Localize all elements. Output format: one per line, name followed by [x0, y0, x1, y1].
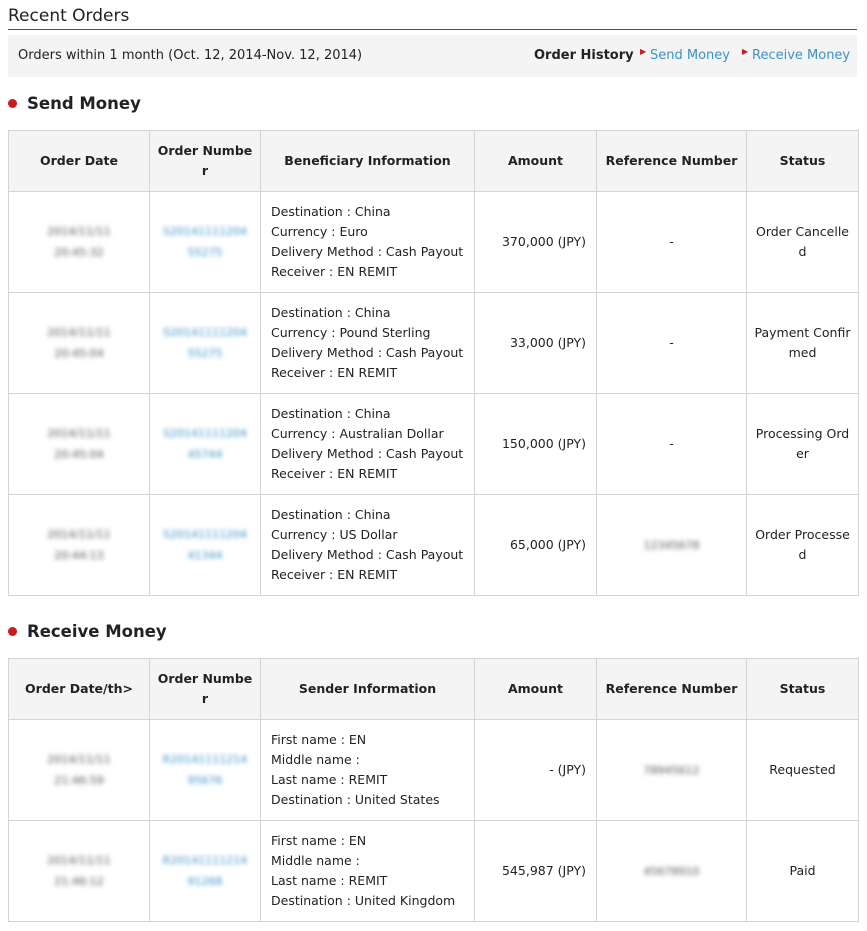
send-header-col-2: Beneficiary Information — [260, 130, 475, 192]
status-cell: Payment Confir med — [746, 292, 859, 394]
order-date: 2014/11/11 21:46:12 — [47, 854, 111, 888]
table-row: 2014/11/11 21:46:12 R20141111214 91268 First… — [8, 820, 859, 922]
order-date: 2014/11/11 20:44:13 — [47, 528, 111, 562]
order-number-cell: S20141111204 55275 — [149, 292, 261, 394]
reference-number-cell: 45678910 — [596, 820, 747, 922]
receive-header-col-1: Order Numbe r — [149, 658, 261, 720]
reference-number: 12345678 — [643, 538, 700, 552]
amount-cell: - (JPY) — [474, 719, 597, 821]
table-row: 2014/11/11 20:45:04 S20141111204 45744 Desti… — [8, 393, 859, 495]
receive-header-col-5: Status — [746, 658, 859, 720]
period-text: Orders within 1 month (Oct. 12, 2014-Nov… — [18, 48, 363, 63]
order-number-link[interactable]: S20141111204 41344 — [163, 528, 247, 562]
triangle-right-icon: ▶ — [742, 47, 749, 56]
send-money-link[interactable]: ▶ Send Money — [640, 47, 730, 63]
reference-number: 45678910 — [643, 864, 700, 878]
send-money-table: Order Date Order Numbe r Beneficiary Inform… — [8, 130, 859, 596]
order-date-cell: 2014/11/11 20:44:13 — [8, 494, 150, 596]
info-cell: Destination : China Currency : US Dollar D… — [260, 494, 475, 596]
order-date: 2014/11/11 21:46:59 — [47, 753, 111, 787]
page-title: Recent Orders — [8, 6, 130, 26]
receive-money-table: Order Date/th> Order Numbe r Sender Informa… — [8, 658, 859, 922]
receive-header-col-2: Sender Information — [260, 658, 475, 720]
send-header-col-1: Order Numbe r — [149, 130, 261, 192]
table-row: 2014/11/11 20:45:04 S20141111204 55275 Desti… — [8, 292, 859, 394]
send-money-heading-text: Send Money — [27, 94, 141, 113]
info-cell: Destination : China Currency : Australian… — [260, 393, 475, 495]
reference-number-cell: 78945612 — [596, 719, 747, 821]
send-money-heading: Send Money — [8, 94, 141, 113]
status-cell: Order Processe d — [746, 494, 859, 596]
send-money-link-label: Send Money — [650, 48, 730, 63]
order-number-link[interactable]: S20141111204 45744 — [163, 427, 247, 461]
table-row: 2014/11/11 21:46:59 R20141111214 95676 First… — [8, 719, 859, 821]
reference-number-cell: - — [596, 191, 747, 293]
reference-number: - — [669, 234, 674, 249]
order-number-link[interactable]: S20141111204 55275 — [163, 225, 247, 259]
receive-money-heading: Receive Money — [8, 622, 167, 641]
status-cell: Order Cancelle d — [746, 191, 859, 293]
receive-header-col-3: Amount — [474, 658, 597, 720]
order-number-cell: S20141111204 45744 — [149, 393, 261, 495]
order-number-link[interactable]: S20141111204 55275 — [163, 326, 247, 360]
info-cell: Destination : China Currency : Euro Delive… — [260, 191, 475, 293]
info-cell: First name : EN Middle name : Last name : … — [260, 820, 475, 922]
order-number-link[interactable]: R20141111214 91268 — [163, 854, 248, 888]
receive-header-col-4: Reference Number — [596, 658, 747, 720]
send-header-col-4: Reference Number — [596, 130, 747, 192]
filter-bar: Orders within 1 month (Oct. 12, 2014-Nov… — [8, 35, 857, 77]
reference-number: 78945612 — [643, 763, 700, 777]
order-number-link[interactable]: R20141111214 95676 — [163, 753, 248, 787]
send-header-col-0: Order Date — [8, 130, 150, 192]
status-cell: Paid — [746, 820, 859, 922]
order-number-cell: S20141111204 55275 — [149, 191, 261, 293]
send-header-col-3: Amount — [474, 130, 597, 192]
table-row: 2014/11/11 20:44:13 S20141111204 41344 Desti… — [8, 494, 859, 596]
info-cell: First name : EN Middle name : Last name : … — [260, 719, 475, 821]
triangle-right-icon: ▶ — [640, 47, 647, 56]
reference-number: - — [669, 436, 674, 451]
info-cell: Destination : China Currency : Pound Ster… — [260, 292, 475, 394]
reference-number-cell: 12345678 — [596, 494, 747, 596]
title-divider — [8, 29, 857, 30]
order-date-cell: 2014/11/11 21:46:59 — [8, 719, 150, 821]
order-history-label: Order History — [534, 48, 634, 63]
amount-cell: 545,987 (JPY) — [474, 820, 597, 922]
order-number-cell: R20141111214 95676 — [149, 719, 261, 821]
order-date: 2014/11/11 20:45:32 — [47, 225, 111, 259]
order-date-cell: 2014/11/11 20:45:04 — [8, 292, 150, 394]
receive-money-link-label: Receive Money — [752, 48, 851, 63]
reference-number-cell: - — [596, 292, 747, 394]
receive-money-heading-text: Receive Money — [27, 622, 167, 641]
table-row: 2014/11/11 20:45:32 S20141111204 55275 Desti… — [8, 191, 859, 293]
amount-cell: 65,000 (JPY) — [474, 494, 597, 596]
reference-number-cell: - — [596, 393, 747, 495]
order-number-cell: S20141111204 41344 — [149, 494, 261, 596]
bullet-icon — [8, 627, 17, 636]
send-header-col-5: Status — [746, 130, 859, 192]
amount-cell: 370,000 (JPY) — [474, 191, 597, 293]
order-date: 2014/11/11 20:45:04 — [47, 427, 111, 461]
order-date-cell: 2014/11/11 20:45:32 — [8, 191, 150, 293]
receive-money-link[interactable]: ▶ Receive Money — [742, 47, 851, 63]
reference-number: - — [669, 335, 674, 350]
order-date-cell: 2014/11/11 20:45:04 — [8, 393, 150, 495]
bullet-icon — [8, 99, 17, 108]
receive-header-col-0: Order Date/th> — [8, 658, 150, 720]
order-number-cell: R20141111214 91268 — [149, 820, 261, 922]
status-cell: Requested — [746, 719, 859, 821]
order-date-cell: 2014/11/11 21:46:12 — [8, 820, 150, 922]
amount-cell: 33,000 (JPY) — [474, 292, 597, 394]
amount-cell: 150,000 (JPY) — [474, 393, 597, 495]
order-date: 2014/11/11 20:45:04 — [47, 326, 111, 360]
status-cell: Processing Ord er — [746, 393, 859, 495]
